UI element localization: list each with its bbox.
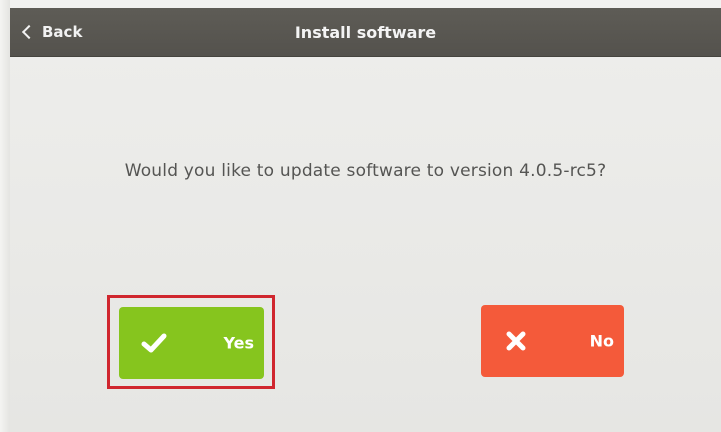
update-question: Would you like to update software to ver… (124, 161, 607, 181)
header-bar: Back Install software (10, 8, 721, 57)
back-button[interactable]: Back (20, 8, 82, 56)
screen-bezel-left (0, 0, 10, 432)
checkmark-icon (141, 333, 167, 353)
yes-label: Yes (223, 333, 255, 353)
no-label: No (589, 331, 614, 351)
yes-button[interactable]: Yes (119, 307, 264, 379)
no-button[interactable]: No (481, 305, 624, 377)
page-title: Install software (294, 22, 437, 42)
x-icon (506, 331, 526, 351)
dialog-content: Would you like to update software to ver… (10, 57, 721, 432)
back-label: Back (42, 23, 83, 41)
chevron-left-icon (21, 24, 37, 40)
screen-bezel-top (0, 0, 721, 8)
device-screen: Back Install software Would you like to … (0, 0, 721, 432)
